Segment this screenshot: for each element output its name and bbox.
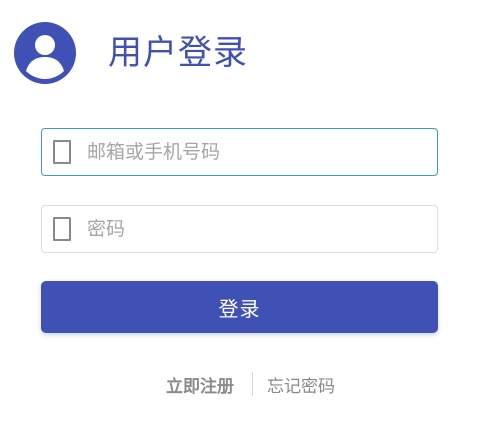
forgot-password-link[interactable]: 忘记密码 xyxy=(267,372,335,397)
account-field[interactable] xyxy=(41,128,438,176)
user-avatar-icon xyxy=(14,22,76,84)
login-header: 用户登录 xyxy=(14,22,248,84)
password-input[interactable] xyxy=(87,218,407,240)
login-button[interactable]: 登录 xyxy=(41,281,438,333)
auth-links: 立即注册 忘记密码 xyxy=(0,371,501,397)
phone-icon xyxy=(53,217,71,241)
register-link[interactable]: 立即注册 xyxy=(166,372,234,397)
password-field[interactable] xyxy=(41,205,438,253)
account-input[interactable] xyxy=(87,141,407,163)
page-title: 用户登录 xyxy=(108,33,248,73)
phone-icon xyxy=(53,140,71,164)
link-divider xyxy=(252,372,253,396)
